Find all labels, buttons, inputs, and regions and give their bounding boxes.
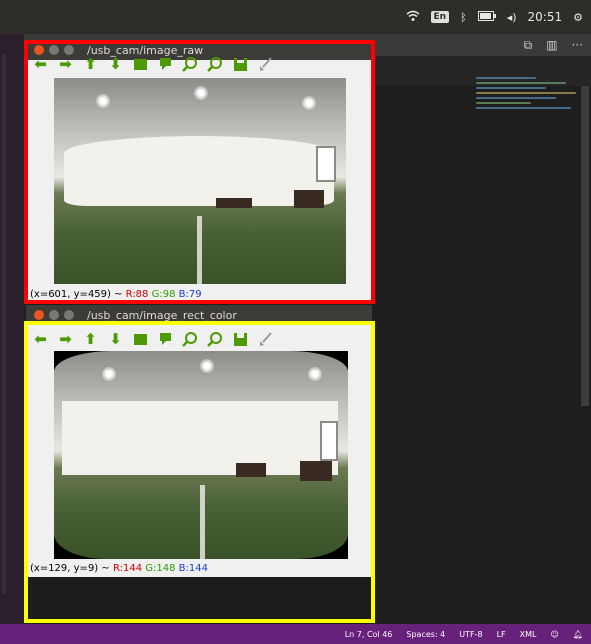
home-icon[interactable] [132,331,149,348]
editor-minimap[interactable] [476,74,588,164]
window-title: /usb_cam/image_rect_color [87,308,237,322]
ceiling-light [102,367,116,381]
notifications-icon[interactable]: 🔔︎ [573,630,583,639]
furniture [216,198,252,208]
clock[interactable]: 20:51 [528,10,563,24]
furniture [294,190,324,208]
furniture [236,463,266,477]
red-value: R:88 [125,289,149,300]
viewer-titlebar[interactable]: /usb_cam/image_rect_color [26,305,372,325]
zoom-out-icon[interactable] [207,331,224,348]
status-encoding[interactable]: UTF-8 [459,630,482,639]
editor-status-bar: Ln 7, Col 46 Spaces: 4 UTF-8 LF XML ☺ 🔔︎ [0,624,591,644]
split-editor-icon[interactable]: ⧉ [524,38,533,53]
blue-value: B:144 [178,563,208,574]
floor-line [200,485,205,559]
viewer-toolbar: ⬅ ➡ ⬆ ⬇ [32,327,274,351]
settings-gear-icon[interactable]: ⚙ [573,11,583,24]
close-button[interactable] [34,310,44,320]
down-icon[interactable]: ⬇ [107,56,124,73]
pixel-readout: (x=601, y=459) ~ R:88 G:98 B:79 [30,289,202,300]
pan-icon[interactable] [157,331,174,348]
clear-icon[interactable] [257,331,274,348]
home-icon[interactable] [132,56,149,73]
image-viewer-rect-color: /usb_cam/image_rect_color ⬅ ➡ ⬆ ⬇ (x=129… [26,305,372,589]
camera-frame [54,78,346,284]
zoom-in-icon[interactable] [182,331,199,348]
pan-icon[interactable] [157,56,174,73]
unity-launcher [0,34,24,624]
empty-panel [28,577,371,621]
layout-icon[interactable]: ▥ [546,38,557,52]
window [316,146,336,182]
status-spaces[interactable]: Spaces: 4 [406,630,445,639]
volume-icon[interactable]: ◂) [507,11,517,24]
forward-icon[interactable]: ➡ [57,331,74,348]
more-icon[interactable]: ··· [572,38,583,52]
desktop-screen: En ᛒ ◂) 20:51 ⚙ ⧉ ▥ ··· /usb_cam/image_r… [0,0,591,644]
bluetooth-icon[interactable]: ᛒ [460,11,467,24]
viewer-toolbar: ⬅ ➡ ⬆ ⬇ [32,52,274,76]
zoom-in-icon[interactable] [182,56,199,73]
battery-icon[interactable] [477,10,496,24]
status-language[interactable]: XML [520,630,537,639]
keyboard-layout-icon[interactable]: En [430,11,450,23]
floor-line [197,216,202,284]
save-icon[interactable] [232,331,249,348]
red-value: R:144 [112,563,143,574]
feedback-icon[interactable]: ☺ [551,630,559,639]
status-position[interactable]: Ln 7, Col 46 [345,630,393,639]
back-icon[interactable]: ⬅ [32,331,49,348]
camera-frame-rectified [54,351,348,559]
save-icon[interactable] [232,56,249,73]
up-icon[interactable]: ⬆ [82,331,99,348]
forward-icon[interactable]: ➡ [57,56,74,73]
ceiling-light [308,367,322,381]
system-top-bar: En ᛒ ◂) 20:51 ⚙ [0,0,591,34]
image-canvas[interactable] [54,351,348,559]
white-wall [62,401,338,475]
green-value: G:148 [145,563,176,574]
ceiling-light [200,359,214,373]
editor-scrollbar[interactable] [581,86,589,406]
zoom-out-icon[interactable] [207,56,224,73]
maximize-button[interactable] [64,310,74,320]
ceiling-light [194,86,208,100]
coords-text: (x=601, y=459) ~ [30,289,126,300]
back-icon[interactable]: ⬅ [32,56,49,73]
launcher-accent [2,54,6,594]
coords-text: (x=129, y=9) ~ [30,563,113,574]
ceiling-light [96,94,110,108]
status-eol[interactable]: LF [497,630,506,639]
image-viewer-raw: /usb_cam/image_raw ⬅ ➡ ⬆ ⬇ (x=601, y=459… [26,40,372,302]
clear-icon[interactable] [257,56,274,73]
minimize-button[interactable] [49,310,59,320]
green-value: G:98 [151,289,176,300]
image-canvas[interactable] [54,78,346,284]
window [320,421,338,461]
down-icon[interactable]: ⬇ [107,331,124,348]
editor-actions: ⧉ ▥ ··· [524,34,583,56]
system-tray: En ᛒ ◂) 20:51 ⚙ [406,0,583,34]
ceiling-light [302,96,316,110]
blue-value: B:79 [178,289,202,300]
wifi-icon[interactable] [406,10,420,25]
pixel-readout: (x=129, y=9) ~ R:144 G:148 B:144 [30,563,208,574]
furniture [300,461,332,481]
up-icon[interactable]: ⬆ [82,56,99,73]
